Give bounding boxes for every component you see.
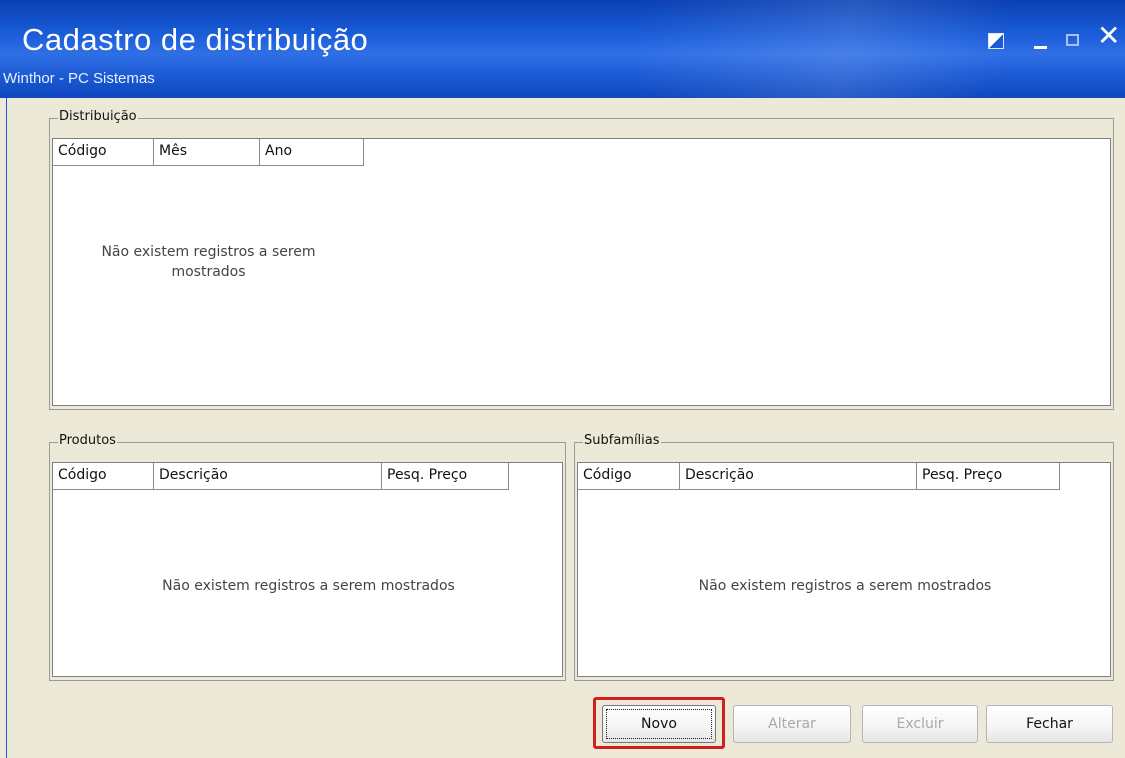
alterar-button[interactable]: Alterar [733, 705, 851, 743]
restore-icon[interactable] [988, 33, 1004, 49]
column-header-pesq-preco[interactable]: Pesq. Preço [917, 463, 1060, 489]
distribuicao-empty-message: Não existem registros a serem mostrados [101, 244, 316, 280]
title-bar[interactable]: Cadastro de distribuição Winthor - PC Si… [0, 0, 1125, 98]
column-header-descricao[interactable]: Descrição [680, 463, 917, 489]
column-header-pesq-preco[interactable]: Pesq. Preço [382, 463, 509, 489]
subfamilias-grid-header: Código Descrição Pesq. Preço [578, 463, 1060, 490]
fechar-button[interactable]: Fechar [986, 705, 1113, 743]
column-header-mes[interactable]: Mês [154, 139, 260, 165]
column-header-codigo[interactable]: Código [578, 463, 680, 489]
close-icon[interactable]: ✕ [1097, 22, 1120, 50]
produtos-group: Produtos Código Descrição Pesq. Preço Nã… [49, 433, 566, 681]
excluir-button-label: Excluir [896, 716, 944, 732]
maximize-icon[interactable] [1066, 34, 1079, 46]
subfamilias-empty-message: Não existem registros a serem mostrados [698, 578, 992, 594]
column-header-descricao[interactable]: Descrição [154, 463, 382, 489]
window-subtitle: Winthor - PC Sistemas [3, 70, 155, 87]
column-header-ano[interactable]: Ano [260, 139, 364, 165]
produtos-group-label: Produtos [58, 433, 117, 448]
column-header-codigo[interactable]: Código [53, 463, 154, 489]
minimize-icon[interactable] [1034, 46, 1047, 49]
produtos-empty-message: Não existem registros a serem mostrados [162, 578, 455, 594]
alterar-button-label: Alterar [768, 716, 816, 732]
produtos-grid-header: Código Descrição Pesq. Preço [53, 463, 509, 490]
produtos-grid[interactable]: Código Descrição Pesq. Preço Não existem… [52, 462, 563, 677]
distribuicao-group-label: Distribuição [58, 109, 138, 124]
column-header-codigo[interactable]: Código [53, 139, 154, 165]
distribuicao-grid-header: Código Mês Ano [53, 139, 364, 166]
window-title: Cadastro de distribuição [22, 22, 369, 57]
subfamilias-group: Subfamílias Código Descrição Pesq. Preço… [574, 433, 1114, 681]
novo-button[interactable]: Novo [602, 705, 716, 743]
distribuicao-group: Distribuição Código Mês Ano Não existem … [49, 109, 1114, 410]
application-window: Cadastro de distribuição Winthor - PC Si… [0, 0, 1125, 758]
subfamilias-group-label: Subfamílias [583, 433, 661, 448]
client-area: Distribuição Código Mês Ano Não existem … [6, 98, 1125, 758]
title-bar-sheen [640, 0, 1125, 98]
focus-rect [606, 709, 712, 739]
excluir-button[interactable]: Excluir [862, 705, 978, 743]
distribuicao-grid[interactable]: Código Mês Ano Não existem registros a s… [52, 138, 1111, 406]
fechar-button-label: Fechar [1026, 716, 1073, 732]
subfamilias-grid[interactable]: Código Descrição Pesq. Preço Não existem… [577, 462, 1111, 677]
